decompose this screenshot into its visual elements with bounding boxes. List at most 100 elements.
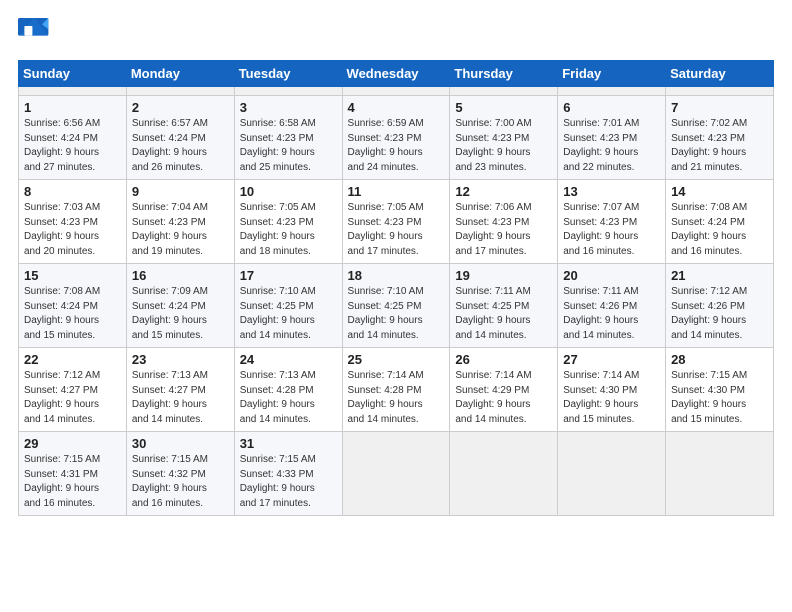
day-cell [450, 87, 558, 96]
day-cell: 3 Sunrise: 6:58 AM Sunset: 4:23 PM Daylig… [234, 96, 342, 180]
day-cell: 20 Sunrise: 7:11 AM Sunset: 4:26 PM Dayli… [558, 264, 666, 348]
day-number: 4 [348, 100, 445, 115]
day-cell [342, 432, 450, 516]
weekday-friday: Friday [558, 61, 666, 87]
day-number: 5 [455, 100, 552, 115]
day-number: 6 [563, 100, 660, 115]
day-cell: 18Sunrise: 7:10 AM Sunset: 4:25 PM Dayli… [342, 264, 450, 348]
day-number: 24 [240, 352, 337, 367]
weekday-monday: Monday [126, 61, 234, 87]
weekday-saturday: Saturday [666, 61, 774, 87]
day-number: 15 [24, 268, 121, 283]
weekday-tuesday: Tuesday [234, 61, 342, 87]
day-cell: 27Sunrise: 7:14 AM Sunset: 4:30 PM Dayli… [558, 348, 666, 432]
day-info: Sunrise: 7:15 AM Sunset: 4:30 PM Dayligh… [671, 369, 768, 427]
day-info: Sunrise: 7:10 AM Sunset: 4:25 PM Dayligh… [240, 285, 337, 343]
day-info: Sunrise: 7:03 AM Sunset: 4:23 PM Dayligh… [24, 201, 121, 259]
day-info: Sunrise: 7:07 AM Sunset: 4:23 PM Dayligh… [563, 201, 660, 259]
calendar-table: SundayMondayTuesdayWednesdayThursdayFrid… [18, 60, 774, 516]
day-info: Sunrise: 7:12 AM Sunset: 4:27 PM Dayligh… [24, 369, 121, 427]
day-number: 26 [455, 352, 552, 367]
day-info: Sunrise: 7:13 AM Sunset: 4:28 PM Dayligh… [240, 369, 337, 427]
day-cell: 28Sunrise: 7:15 AM Sunset: 4:30 PM Dayli… [666, 348, 774, 432]
day-info: Sunrise: 7:08 AM Sunset: 4:24 PM Dayligh… [671, 201, 768, 259]
day-info: Sunrise: 7:14 AM Sunset: 4:28 PM Dayligh… [348, 369, 445, 427]
day-cell [450, 432, 558, 516]
day-cell: 4 Sunrise: 6:59 AM Sunset: 4:23 PM Daylig… [342, 96, 450, 180]
day-cell: 9Sunrise: 7:04 AM Sunset: 4:23 PM Daylig… [126, 180, 234, 264]
day-cell: 11 Sunrise: 7:05 AM Sunset: 4:23 PM Dayli… [342, 180, 450, 264]
day-info: Sunrise: 7:01 AM Sunset: 4:23 PM Dayligh… [563, 117, 660, 175]
day-number: 19 [455, 268, 552, 283]
day-number: 22 [24, 352, 121, 367]
day-info: Sunrise: 7:15 AM Sunset: 4:31 PM Dayligh… [24, 453, 121, 511]
day-cell [19, 87, 127, 96]
day-cell [666, 87, 774, 96]
day-cell [666, 432, 774, 516]
weekday-header-row: SundayMondayTuesdayWednesdayThursdayFrid… [19, 61, 774, 87]
day-cell: 23 Sunrise: 7:13 AM Sunset: 4:27 PM Dayli… [126, 348, 234, 432]
day-cell: 25Sunrise: 7:14 AM Sunset: 4:28 PM Dayli… [342, 348, 450, 432]
day-info: Sunrise: 7:05 AM Sunset: 4:23 PM Dayligh… [348, 201, 445, 259]
day-number: 23 [132, 352, 229, 367]
day-cell [342, 87, 450, 96]
weekday-wednesday: Wednesday [342, 61, 450, 87]
day-number: 20 [563, 268, 660, 283]
day-number: 2 [132, 100, 229, 115]
week-row-3: 15 Sunrise: 7:08 AM Sunset: 4:24 PM Dayli… [19, 264, 774, 348]
day-info: Sunrise: 7:09 AM Sunset: 4:24 PM Dayligh… [132, 285, 229, 343]
day-info: Sunrise: 7:12 AM Sunset: 4:26 PM Dayligh… [671, 285, 768, 343]
day-number: 8 [24, 184, 121, 199]
day-cell: 17 Sunrise: 7:10 AM Sunset: 4:25 PM Dayli… [234, 264, 342, 348]
day-info: Sunrise: 7:14 AM Sunset: 4:29 PM Dayligh… [455, 369, 552, 427]
day-cell: 31 Sunrise: 7:15 AM Sunset: 4:33 PM Dayli… [234, 432, 342, 516]
day-info: Sunrise: 6:58 AM Sunset: 4:23 PM Dayligh… [240, 117, 337, 175]
logo-icon [18, 18, 50, 46]
day-info: Sunrise: 7:08 AM Sunset: 4:24 PM Dayligh… [24, 285, 121, 343]
day-info: Sunrise: 7:00 AM Sunset: 4:23 PM Dayligh… [455, 117, 552, 175]
day-info: Sunrise: 7:11 AM Sunset: 4:26 PM Dayligh… [563, 285, 660, 343]
day-number: 17 [240, 268, 337, 283]
day-cell: 24 Sunrise: 7:13 AM Sunset: 4:28 PM Dayli… [234, 348, 342, 432]
day-number: 18 [348, 268, 445, 283]
day-info: Sunrise: 6:59 AM Sunset: 4:23 PM Dayligh… [348, 117, 445, 175]
week-row-4: 22 Sunrise: 7:12 AM Sunset: 4:27 PM Dayli… [19, 348, 774, 432]
day-number: 29 [24, 436, 121, 451]
day-number: 13 [563, 184, 660, 199]
week-row-5: 29 Sunrise: 7:15 AM Sunset: 4:31 PM Dayli… [19, 432, 774, 516]
day-number: 7 [671, 100, 768, 115]
day-info: Sunrise: 6:57 AM Sunset: 4:24 PM Dayligh… [132, 117, 229, 175]
day-number: 9 [132, 184, 229, 199]
day-cell: 29 Sunrise: 7:15 AM Sunset: 4:31 PM Dayli… [19, 432, 127, 516]
day-cell: 13 Sunrise: 7:07 AM Sunset: 4:23 PM Dayli… [558, 180, 666, 264]
day-info: Sunrise: 7:05 AM Sunset: 4:23 PM Dayligh… [240, 201, 337, 259]
day-info: Sunrise: 7:15 AM Sunset: 4:32 PM Dayligh… [132, 453, 229, 511]
day-cell: 7Sunrise: 7:02 AM Sunset: 4:23 PM Daylig… [666, 96, 774, 180]
day-info: Sunrise: 7:13 AM Sunset: 4:27 PM Dayligh… [132, 369, 229, 427]
week-row-1: 1 Sunrise: 6:56 AM Sunset: 4:24 PM Daylig… [19, 96, 774, 180]
day-number: 21 [671, 268, 768, 283]
day-cell [126, 87, 234, 96]
day-info: Sunrise: 7:11 AM Sunset: 4:25 PM Dayligh… [455, 285, 552, 343]
day-number: 12 [455, 184, 552, 199]
day-cell [234, 87, 342, 96]
day-cell: 1 Sunrise: 6:56 AM Sunset: 4:24 PM Daylig… [19, 96, 127, 180]
day-number: 3 [240, 100, 337, 115]
day-cell [558, 87, 666, 96]
day-cell: 6 Sunrise: 7:01 AM Sunset: 4:23 PM Daylig… [558, 96, 666, 180]
day-number: 31 [240, 436, 337, 451]
day-number: 11 [348, 184, 445, 199]
day-number: 14 [671, 184, 768, 199]
weekday-sunday: Sunday [19, 61, 127, 87]
logo [18, 18, 54, 46]
day-cell: 30 Sunrise: 7:15 AM Sunset: 4:32 PM Dayli… [126, 432, 234, 516]
header [18, 18, 774, 46]
day-cell: 21 Sunrise: 7:12 AM Sunset: 4:26 PM Dayli… [666, 264, 774, 348]
day-number: 30 [132, 436, 229, 451]
day-info: Sunrise: 7:15 AM Sunset: 4:33 PM Dayligh… [240, 453, 337, 511]
day-cell: 26 Sunrise: 7:14 AM Sunset: 4:29 PM Dayli… [450, 348, 558, 432]
day-number: 1 [24, 100, 121, 115]
day-cell: 16Sunrise: 7:09 AM Sunset: 4:24 PM Dayli… [126, 264, 234, 348]
day-number: 27 [563, 352, 660, 367]
day-info: Sunrise: 6:56 AM Sunset: 4:24 PM Dayligh… [24, 117, 121, 175]
